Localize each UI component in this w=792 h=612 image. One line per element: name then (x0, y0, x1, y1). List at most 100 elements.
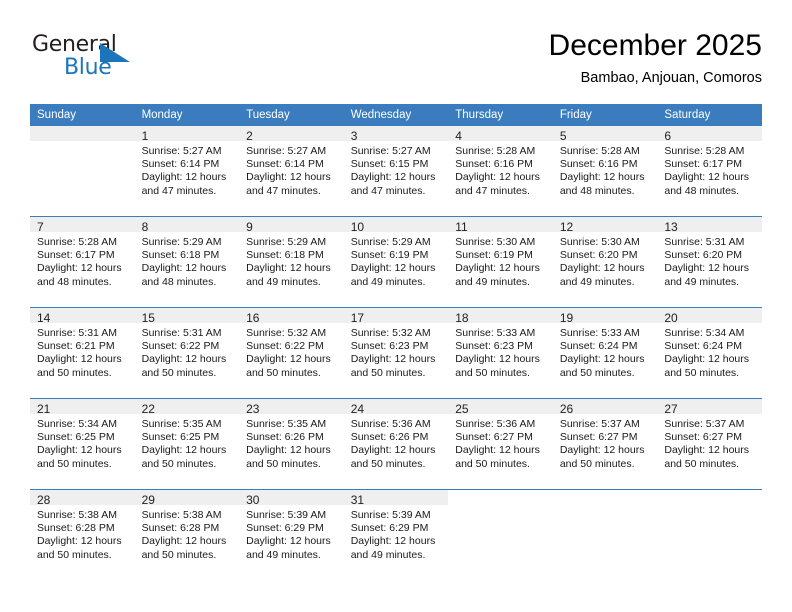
day-sunrise: Sunrise: 5:38 AM (141, 509, 222, 521)
day-daylight-line2: and 48 minutes. (559, 184, 635, 197)
day-sunrise: Sunrise: 5:27 AM (350, 145, 431, 157)
day-cell-20[interactable]: 20 Sunrise: 5:34 AM Sunset: 6:24 PM Dayligh… (657, 308, 762, 398)
day-number: 31 (343, 490, 449, 507)
calendar-cell: 4 Sunrise: 5:28 AM Sunset: 6:16 PM Daylight… (448, 126, 553, 217)
day-cell-2[interactable]: 2 Sunrise: 5:27 AM Sunset: 6:14 PM Daylight… (239, 126, 344, 216)
day-sunset: Sunset: 6:22 PM (141, 340, 220, 353)
day-details: Sunrise: 5:31 AM Sunset: 6:22 PM Daylight:… (135, 323, 240, 380)
day-number (448, 490, 553, 505)
day-sunrise: Sunrise: 5:32 AM (246, 327, 327, 339)
day-sunrise: Sunrise: 5:27 AM (141, 145, 222, 157)
day-daylight-line2: and 50 minutes. (455, 457, 530, 470)
weekday-header-tuesday: Tuesday (239, 104, 344, 126)
day-sunset: Sunset: 6:27 PM (664, 431, 743, 444)
day-cell-18[interactable]: 18 Sunrise: 5:33 AM Sunset: 6:23 PM Dayligh… (448, 308, 553, 398)
day-cell-6[interactable]: 6 Sunrise: 5:28 AM Sunset: 6:17 PM Daylight… (657, 126, 762, 216)
day-daylight-line2: and 48 minutes. (141, 275, 217, 288)
day-cell-27[interactable]: 27 Sunrise: 5:37 AM Sunset: 6:27 PM Dayligh… (657, 399, 762, 489)
day-cell-11[interactable]: 11 Sunrise: 5:30 AM Sunset: 6:19 PM Dayligh… (448, 217, 553, 307)
day-cell-24[interactable]: 24 Sunrise: 5:36 AM Sunset: 6:26 PM Dayligh… (343, 399, 449, 489)
day-cell-29[interactable]: 29 Sunrise: 5:38 AM Sunset: 6:28 PM Dayligh… (134, 490, 240, 580)
day-cell-31[interactable]: 31 Sunrise: 5:39 AM Sunset: 6:29 PM Dayligh… (343, 490, 449, 580)
day-cell-13[interactable]: 13 Sunrise: 5:31 AM Sunset: 6:20 PM Dayligh… (657, 217, 762, 307)
day-cell-19[interactable]: 19 Sunrise: 5:33 AM Sunset: 6:24 PM Dayligh… (552, 308, 658, 398)
day-number: 17 (343, 308, 449, 325)
day-cell-21[interactable]: 21 Sunrise: 5:34 AM Sunset: 6:25 PM Dayligh… (30, 399, 135, 489)
day-cell-23[interactable]: 23 Sunrise: 5:35 AM Sunset: 6:26 PM Dayligh… (239, 399, 344, 489)
day-cell-12[interactable]: 12 Sunrise: 5:30 AM Sunset: 6:20 PM Dayligh… (552, 217, 658, 307)
day-cell-14[interactable]: 14 Sunrise: 5:31 AM Sunset: 6:21 PM Dayligh… (30, 308, 135, 398)
day-number: 4 (448, 126, 553, 143)
day-details: Sunrise: 5:34 AM Sunset: 6:25 PM Daylight:… (30, 414, 135, 471)
day-cell-7[interactable]: 7 Sunrise: 5:28 AM Sunset: 6:17 PM Daylight… (30, 217, 135, 307)
calendar-cell: 17 Sunrise: 5:32 AM Sunset: 6:23 PM Dayligh… (343, 307, 449, 399)
day-cell-empty (30, 126, 135, 216)
day-number: 29 (134, 490, 240, 507)
day-daylight-line2: and 50 minutes. (141, 457, 217, 470)
day-daylight-line2: and 50 minutes. (246, 366, 321, 379)
day-sunset: Sunset: 6:21 PM (37, 340, 115, 353)
day-daylight-line2: and 50 minutes. (559, 366, 635, 379)
weekday-header-wednesday: Wednesday (343, 104, 449, 126)
day-cell-15[interactable]: 15 Sunrise: 5:31 AM Sunset: 6:22 PM Dayligh… (134, 308, 240, 398)
day-cell-9[interactable]: 9 Sunrise: 5:29 AM Sunset: 6:18 PM Daylight… (239, 217, 344, 307)
day-sunset: Sunset: 6:27 PM (559, 431, 638, 444)
day-number: 12 (552, 217, 658, 234)
calendar-cell: 10 Sunrise: 5:29 AM Sunset: 6:19 PM Dayligh… (343, 216, 449, 308)
day-details: Sunrise: 5:32 AM Sunset: 6:22 PM Daylight:… (239, 323, 344, 380)
day-cell-28[interactable]: 28 Sunrise: 5:38 AM Sunset: 6:28 PM Dayligh… (30, 490, 135, 580)
day-daylight-line1: Daylight: 12 hours (559, 444, 645, 457)
day-cell-22[interactable]: 22 Sunrise: 5:35 AM Sunset: 6:25 PM Dayligh… (134, 399, 240, 489)
day-cell-10[interactable]: 10 Sunrise: 5:29 AM Sunset: 6:19 PM Dayligh… (343, 217, 449, 307)
day-sunrise: Sunrise: 5:29 AM (246, 236, 327, 248)
calendar-cell (552, 489, 658, 580)
day-sunrise: Sunrise: 5:28 AM (559, 145, 640, 157)
calendar-cell: 14 Sunrise: 5:31 AM Sunset: 6:21 PM Dayligh… (30, 307, 135, 399)
weekday-header-monday: Monday (134, 104, 240, 126)
calendar-cell: 19 Sunrise: 5:33 AM Sunset: 6:24 PM Dayligh… (552, 307, 658, 399)
day-cell-8[interactable]: 8 Sunrise: 5:29 AM Sunset: 6:18 PM Daylight… (134, 217, 240, 307)
day-sunrise: Sunrise: 5:33 AM (455, 327, 536, 339)
day-cell-4[interactable]: 4 Sunrise: 5:28 AM Sunset: 6:16 PM Daylight… (448, 126, 553, 216)
day-cell-25[interactable]: 25 Sunrise: 5:36 AM Sunset: 6:27 PM Dayligh… (448, 399, 553, 489)
day-sunrise: Sunrise: 5:34 AM (664, 327, 745, 339)
day-sunset: Sunset: 6:17 PM (664, 158, 743, 171)
calendar-cell: 7 Sunrise: 5:28 AM Sunset: 6:17 PM Daylight… (30, 216, 135, 308)
calendar-cell: 21 Sunrise: 5:34 AM Sunset: 6:25 PM Dayligh… (30, 398, 135, 490)
day-daylight-line1: Daylight: 12 hours (350, 171, 436, 184)
day-cell-30[interactable]: 30 Sunrise: 5:39 AM Sunset: 6:29 PM Dayligh… (239, 490, 344, 580)
day-sunrise: Sunrise: 5:30 AM (559, 236, 640, 248)
day-daylight-line2: and 47 minutes. (246, 184, 321, 197)
day-daylight-line2: and 49 minutes. (350, 548, 426, 561)
day-details: Sunrise: 5:37 AM Sunset: 6:27 PM Daylight:… (553, 414, 658, 471)
calendar-cell: 23 Sunrise: 5:35 AM Sunset: 6:26 PM Dayligh… (239, 398, 344, 490)
day-daylight-line2: and 48 minutes. (37, 275, 112, 288)
day-sunset: Sunset: 6:27 PM (455, 431, 533, 444)
day-sunrise: Sunrise: 5:39 AM (350, 509, 431, 521)
day-cell-16[interactable]: 16 Sunrise: 5:32 AM Sunset: 6:22 PM Dayligh… (239, 308, 344, 398)
calendar-cell: 18 Sunrise: 5:33 AM Sunset: 6:23 PM Dayligh… (448, 307, 553, 399)
day-details: Sunrise: 5:27 AM Sunset: 6:14 PM Daylight:… (135, 141, 240, 198)
day-daylight-line1: Daylight: 12 hours (246, 171, 331, 184)
day-daylight-line1: Daylight: 12 hours (350, 262, 436, 275)
day-sunset: Sunset: 6:29 PM (350, 522, 429, 535)
day-daylight-line1: Daylight: 12 hours (246, 262, 331, 275)
day-details: Sunrise: 5:33 AM Sunset: 6:23 PM Daylight:… (448, 323, 553, 380)
day-cell-1[interactable]: 1 Sunrise: 5:27 AM Sunset: 6:14 PM Daylight… (134, 126, 240, 216)
day-details: Sunrise: 5:35 AM Sunset: 6:26 PM Daylight:… (239, 414, 344, 471)
month-calendar: Sunday Monday Tuesday Wednesday Thursday Frid… (30, 104, 762, 580)
general-blue-logo[interactable]: General Blue (32, 32, 212, 88)
day-sunrise: Sunrise: 5:30 AM (455, 236, 536, 248)
day-cell-3[interactable]: 3 Sunrise: 5:27 AM Sunset: 6:15 PM Daylight… (343, 126, 449, 216)
day-cell-empty (553, 490, 658, 580)
day-daylight-line1: Daylight: 12 hours (455, 353, 540, 366)
day-cell-17[interactable]: 17 Sunrise: 5:32 AM Sunset: 6:23 PM Dayligh… (343, 308, 449, 398)
calendar-page: General Blue December 2025 Bambao, Anjou… (0, 0, 792, 612)
day-sunrise: Sunrise: 5:34 AM (37, 418, 117, 430)
day-cell-5[interactable]: 5 Sunrise: 5:28 AM Sunset: 6:16 PM Daylight… (552, 126, 658, 216)
calendar-cell: 3 Sunrise: 5:27 AM Sunset: 6:15 PM Daylight… (343, 126, 449, 217)
day-sunset: Sunset: 6:14 PM (246, 158, 324, 171)
day-sunset: Sunset: 6:19 PM (455, 249, 533, 262)
day-cell-26[interactable]: 26 Sunrise: 5:37 AM Sunset: 6:27 PM Dayligh… (552, 399, 658, 489)
day-daylight-line1: Daylight: 12 hours (37, 444, 122, 457)
